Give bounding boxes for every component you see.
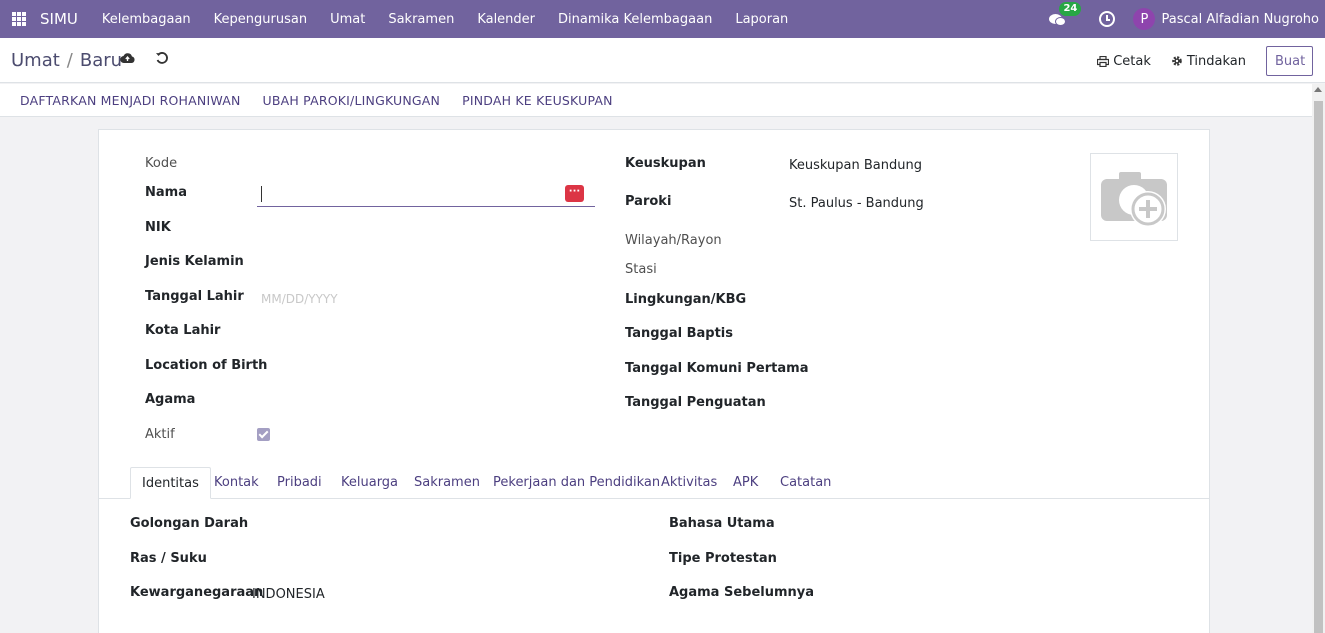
activity-clock-icon[interactable] [1099, 11, 1116, 27]
more-options-button[interactable]: ··· [565, 185, 584, 202]
username[interactable]: Pascal Alfadian Nugroho [1161, 12, 1319, 27]
diocese-value[interactable]: Keuskupan Bandung [789, 158, 922, 173]
change-parish-button[interactable]: UBAH PAROKI/LINGKUNGAN [263, 93, 441, 108]
action-label: Tindakan [1186, 53, 1246, 69]
breadcrumb: Umat / Baru [11, 50, 122, 71]
discard-undo-icon[interactable] [155, 51, 169, 68]
menu-kepengurusan[interactable]: Kepengurusan [214, 12, 307, 27]
menu-dinamika-kelembagaan[interactable]: Dinamika Kelembagaan [558, 12, 712, 27]
tab-keluarga[interactable]: Keluarga [330, 467, 409, 499]
kode-label: Kode [145, 156, 178, 171]
parish-value[interactable]: St. Paulus - Bandung [789, 196, 924, 211]
top-navbar: SIMU Kelembagaan Kepengurusan Umat Sakra… [0, 0, 1325, 38]
active-checkbox[interactable] [257, 428, 270, 441]
station-label: Stasi [625, 262, 657, 277]
birth-date-label: Tanggal Lahir [145, 289, 244, 304]
citizenship-label: Kewarganegaraan [130, 585, 264, 600]
menu-kalender[interactable]: Kalender [477, 12, 535, 27]
parish-label: Paroki [625, 194, 672, 209]
tab-apk[interactable]: APK [722, 467, 769, 499]
text-cursor [261, 186, 262, 202]
tab-sakramen[interactable]: Sakramen [403, 467, 491, 499]
chat-count-badge: 24 [1059, 2, 1082, 16]
menu-kelembagaan[interactable]: Kelembagaan [102, 12, 191, 27]
community-label: Lingkungan/KBG [625, 292, 747, 307]
baptism-date-label: Tanggal Baptis [625, 326, 733, 341]
menu-laporan[interactable]: Laporan [735, 12, 788, 27]
create-button[interactable]: Buat [1266, 46, 1313, 76]
tab-catatan[interactable]: Catatan [769, 467, 842, 499]
app-brand[interactable]: SIMU [40, 10, 78, 28]
menu-umat[interactable]: Umat [330, 12, 365, 27]
citizenship-value[interactable]: INDONESIA [252, 587, 325, 602]
tab-kontak[interactable]: Kontak [203, 467, 270, 499]
scroll-up-arrow-icon[interactable] [1314, 87, 1322, 92]
form-sheet: Kode Nama ··· NIK Jenis Kelamin Tanggal … [98, 129, 1210, 633]
communion-date-label: Tanggal Komuni Pertama [625, 361, 809, 376]
print-button[interactable]: Cetak [1097, 54, 1151, 69]
control-panel: Umat / Baru Cetak Tindakan Buat [0, 38, 1325, 83]
print-label: Cetak [1113, 53, 1151, 69]
scroll-thumb[interactable] [1314, 101, 1323, 633]
location-of-birth-label: Location of Birth [145, 358, 268, 373]
protestant-type-label: Tipe Protestan [669, 551, 777, 566]
nama-label: Nama [145, 185, 187, 200]
nik-label: NIK [145, 220, 171, 235]
tab-identitas[interactable]: Identitas [130, 467, 211, 499]
tab-aktivitas[interactable]: Aktivitas [650, 467, 728, 499]
breadcrumb-parent[interactable]: Umat [11, 50, 60, 71]
main-language-label: Bahasa Utama [669, 516, 775, 531]
gender-label: Jenis Kelamin [145, 254, 244, 269]
tab-pekerjaan-pendidikan[interactable]: Pekerjaan dan Pendidikan [482, 467, 671, 499]
page-scrollbar[interactable] [1312, 84, 1325, 633]
cloud-save-icon[interactable] [120, 52, 135, 64]
tab-pribadi[interactable]: Pribadi [266, 467, 333, 499]
nama-input[interactable] [257, 182, 595, 207]
diocese-label: Keuskupan [625, 156, 706, 171]
move-diocese-button[interactable]: PINDAH KE KEUSKUPAN [462, 93, 613, 108]
breadcrumb-current: Baru [79, 50, 123, 71]
ethnicity-label: Ras / Suku [130, 551, 207, 566]
menu-sakramen[interactable]: Sakramen [388, 12, 454, 27]
printer-icon [1097, 55, 1110, 67]
gear-icon [1172, 56, 1182, 66]
region-label: Wilayah/Rayon [625, 233, 722, 248]
add-photo-camera-icon [1101, 172, 1167, 227]
avatar[interactable]: P [1133, 8, 1156, 30]
previous-religion-label: Agama Sebelumnya [669, 585, 815, 600]
birth-city-label: Kota Lahir [145, 323, 221, 338]
register-religious-button[interactable]: DAFTARKAN MENJADI ROHANIWAN [20, 93, 241, 108]
breadcrumb-separator: / [66, 50, 73, 71]
apps-menu-icon[interactable] [12, 12, 26, 26]
photo-upload[interactable] [1090, 153, 1178, 241]
notebook-tabs: Identitas Kontak Pribadi Keluarga Sakram… [99, 467, 1209, 499]
chat-icon[interactable]: 24 [1049, 2, 1082, 27]
action-button[interactable]: Tindakan [1171, 54, 1246, 69]
blood-type-label: Golongan Darah [130, 516, 249, 531]
birth-date-input[interactable]: MM/DD/YYYY [261, 292, 338, 306]
status-bar: DAFTARKAN MENJADI ROHANIWAN UBAH PAROKI/… [0, 84, 1312, 117]
confirmation-date-label: Tanggal Penguatan [625, 395, 766, 410]
religion-label: Agama [145, 392, 196, 407]
active-label: Aktif [145, 427, 175, 442]
